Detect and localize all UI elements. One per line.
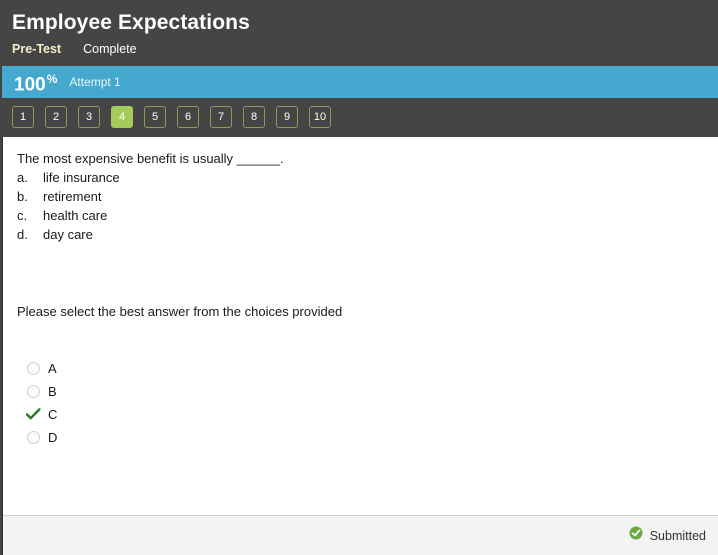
quiz-header: Employee Expectations Pre-Test Complete: [0, 0, 718, 66]
page-title: Employee Expectations: [12, 11, 250, 34]
choice-letter-a: a.: [17, 170, 28, 185]
submitted-check-circle-icon: [629, 526, 643, 545]
choice-letter-b: b.: [17, 189, 28, 204]
answer-label-c: C: [48, 407, 58, 422]
question-choice-a: a. life insurance: [17, 168, 704, 187]
question-nav-button-1[interactable]: 1: [12, 106, 34, 128]
answer-label-b: B: [48, 384, 57, 399]
choice-text-c: health care: [43, 208, 108, 223]
question-nav-button-2[interactable]: 2: [45, 106, 67, 128]
answer-label-d: D: [48, 430, 58, 445]
question-panel: The most expensive benefit is usually __…: [2, 137, 718, 555]
attempt-label: Attempt 1: [69, 74, 121, 89]
question-choice-c: c. health care: [17, 206, 704, 225]
percent-symbol: %: [46, 71, 58, 86]
question-choice-list: a. life insurance b. retirement c. healt…: [17, 168, 704, 244]
submitted-label: Submitted: [649, 528, 706, 543]
question-nav-button-8[interactable]: 8: [243, 106, 265, 128]
question-footer: Submitted: [3, 515, 718, 555]
answer-instruction: Please select the best answer from the c…: [17, 304, 343, 319]
question-nav-button-6[interactable]: 6: [177, 106, 199, 128]
answer-row-a[interactable]: A: [17, 357, 704, 380]
choice-text-d: day care: [43, 227, 93, 242]
quiz-kind-label: Pre-Test: [12, 42, 62, 56]
quiz-player: Employee Expectations Pre-Test Complete …: [0, 0, 718, 555]
question-nav-button-7[interactable]: 7: [210, 106, 232, 128]
quiz-status-label: Complete: [83, 42, 137, 56]
score-bar: 100% Attempt 1: [2, 66, 718, 98]
choice-letter-d: d.: [17, 227, 28, 242]
score-number: 100: [14, 74, 46, 96]
question-choice-d: d. day care: [17, 225, 704, 244]
score-value: 100%: [14, 70, 57, 94]
question-nav-button-4[interactable]: 4: [111, 106, 133, 128]
answer-label-a: A: [48, 361, 57, 376]
question-nav-button-5[interactable]: 5: [144, 106, 166, 128]
answer-row-c[interactable]: C: [17, 403, 704, 426]
radio-button-b-icon[interactable]: [27, 385, 40, 398]
question-choice-b: b. retirement: [17, 187, 704, 206]
answer-row-b[interactable]: B: [17, 380, 704, 403]
choice-text-b: retirement: [43, 189, 102, 204]
choice-text-a: life insurance: [43, 170, 120, 185]
choice-letter-c: c.: [17, 208, 28, 223]
answer-row-d[interactable]: D: [17, 426, 704, 449]
answer-options: A B C D: [17, 357, 704, 449]
score-bar-container: 100% Attempt 1: [0, 66, 718, 98]
question-nav-button-3[interactable]: 3: [78, 106, 100, 128]
status-badge: Submitted: [629, 526, 706, 545]
quiz-meta-bar: Pre-Test Complete: [12, 42, 706, 60]
question-nav-button-10[interactable]: 10: [309, 106, 331, 128]
question-stem: The most expensive benefit is usually __…: [17, 151, 284, 166]
radio-button-a-icon[interactable]: [27, 362, 40, 375]
checkmark-icon: [25, 408, 41, 421]
question-body: The most expensive benefit is usually __…: [3, 137, 718, 515]
radio-button-d-icon[interactable]: [27, 431, 40, 444]
question-navigation: 1 2 3 4 5 6 7 8 9 10: [0, 98, 718, 137]
question-nav-button-9[interactable]: 9: [276, 106, 298, 128]
